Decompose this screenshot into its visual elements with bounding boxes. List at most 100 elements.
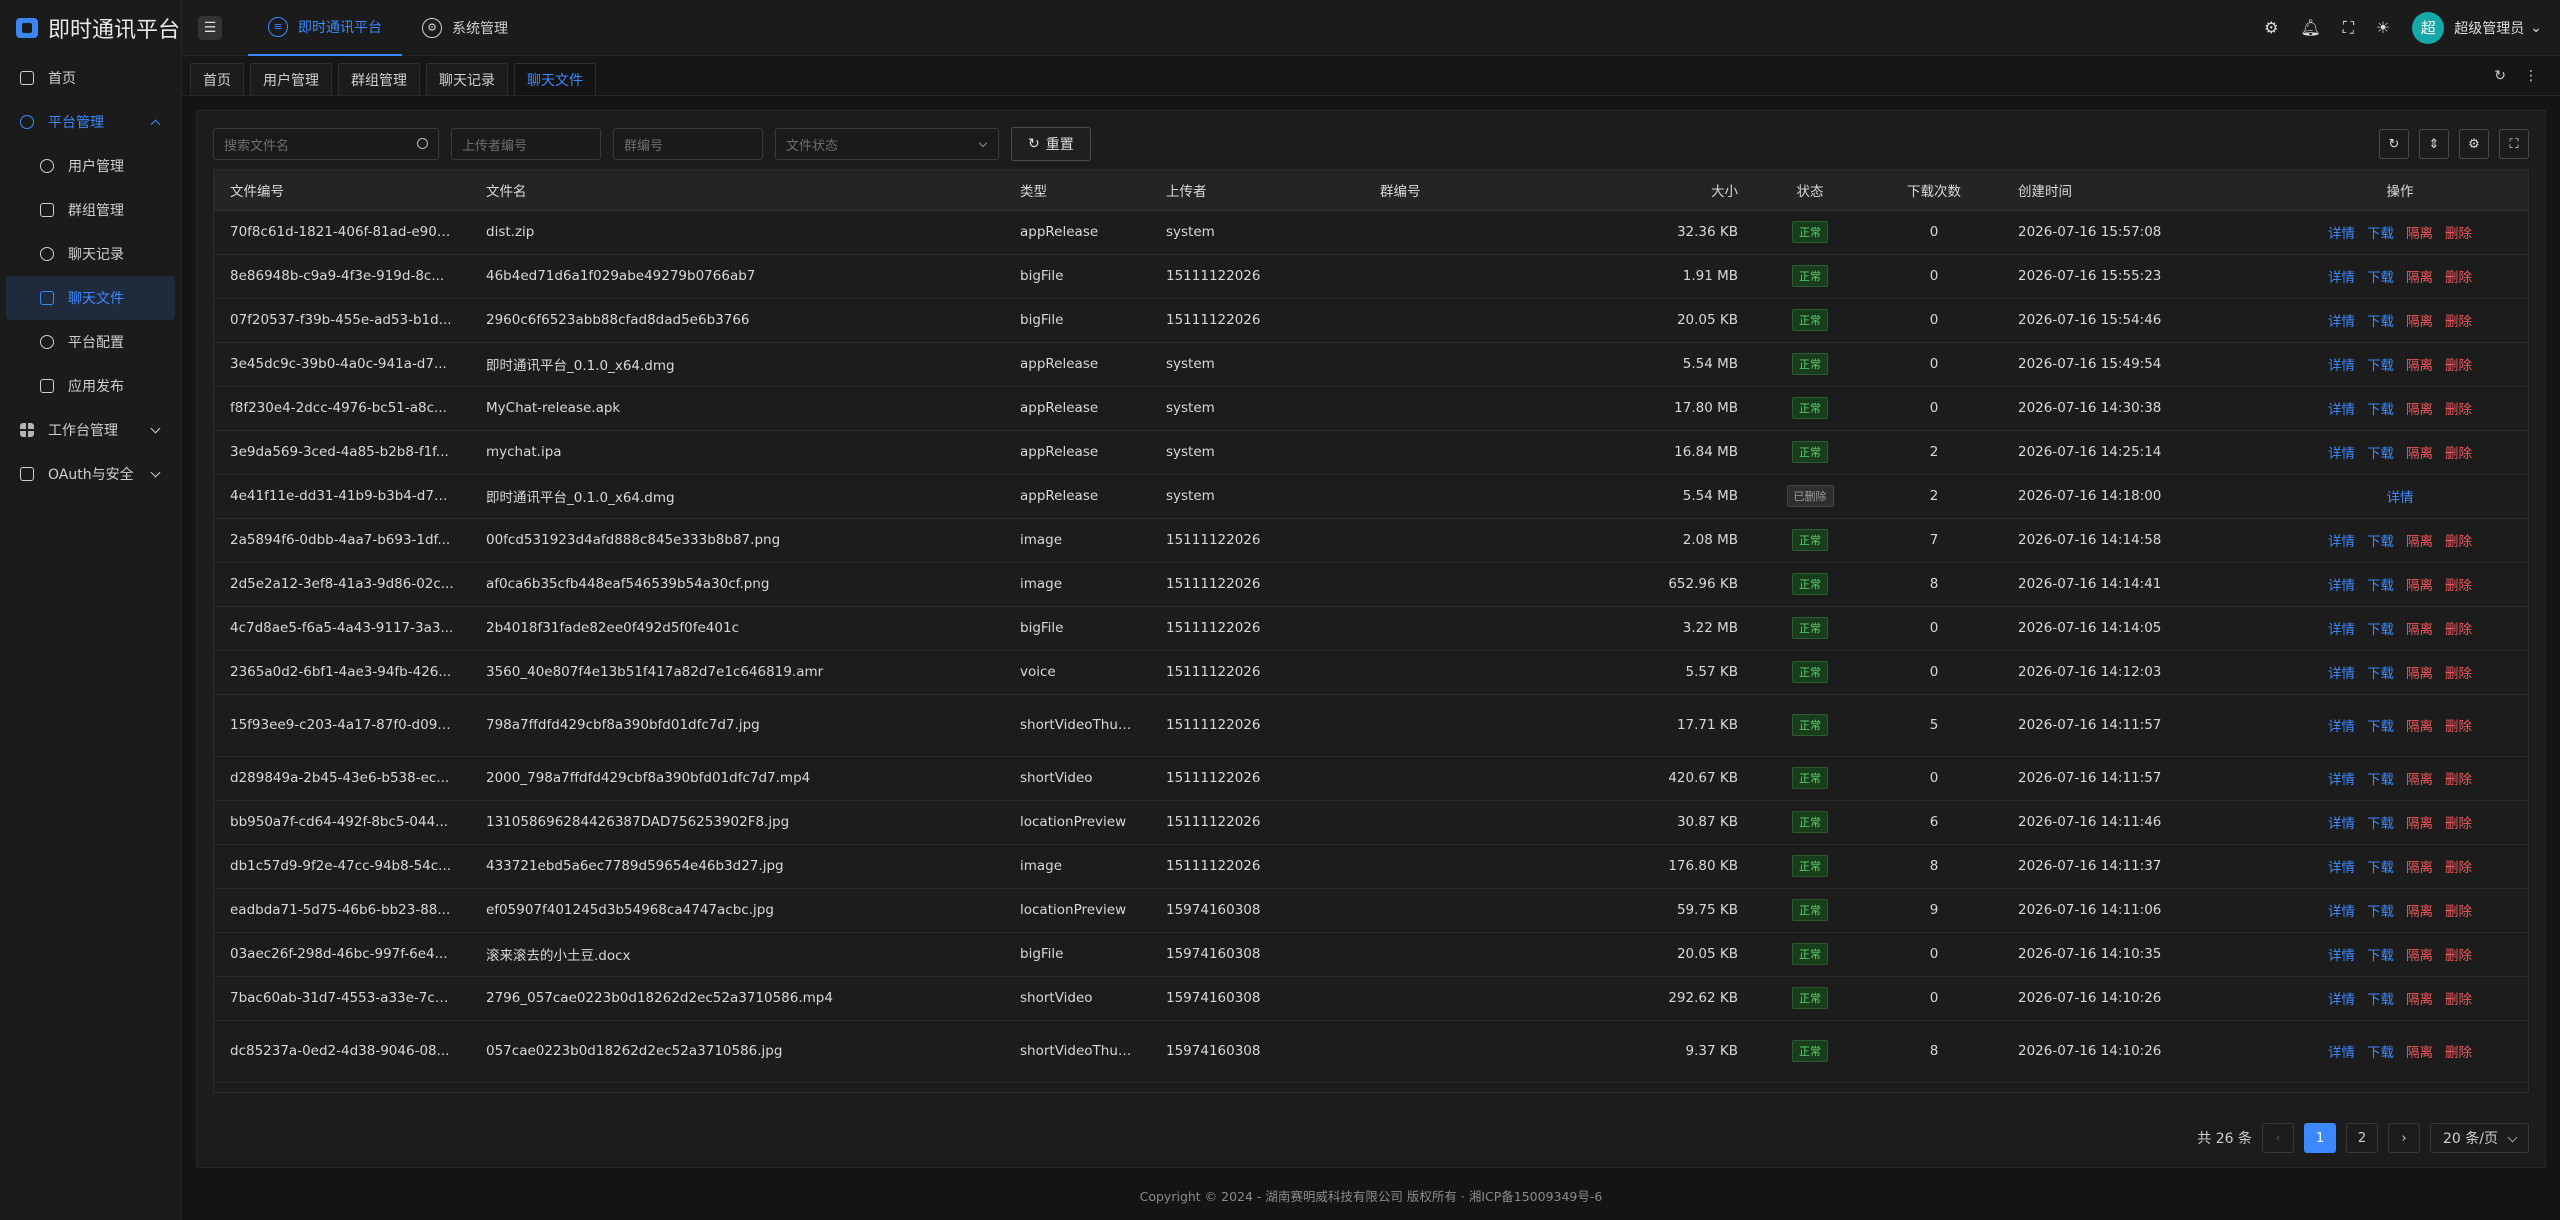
refresh-button[interactable]: ↻ — [2379, 129, 2409, 159]
isolate-action-link[interactable]: 隔离 — [2406, 270, 2433, 286]
group-input[interactable]: 群编号 — [613, 128, 763, 160]
sidebar-item-chat-files[interactable]: 聊天文件 — [6, 276, 175, 320]
isolate-action-link[interactable]: 隔离 — [2406, 622, 2433, 638]
user-menu[interactable]: 超级管理员 ⌄ — [2454, 18, 2542, 38]
table-row[interactable]: 7bac60ab-31d7-4553-a33e-7cd... 2796_057ca… — [214, 976, 2528, 1021]
table-row[interactable]: dc85237a-0ed2-4d38-9046-08... 057cae0223b… — [214, 1020, 2528, 1083]
page-tab-groups[interactable]: 群组管理 — [338, 63, 420, 95]
download-action-link[interactable]: 下载 — [2367, 534, 2394, 550]
detail-action-link[interactable]: 详情 — [2328, 314, 2355, 330]
density-button[interactable]: ⇕ — [2419, 129, 2449, 159]
isolate-action-link[interactable]: 隔离 — [2406, 446, 2433, 462]
delete-action-link[interactable]: 删除 — [2445, 622, 2472, 638]
detail-action-link[interactable]: 详情 — [2328, 358, 2355, 374]
delete-action-link[interactable]: 删除 — [2445, 816, 2472, 832]
isolate-action-link[interactable]: 隔离 — [2406, 772, 2433, 788]
delete-action-link[interactable]: 删除 — [2445, 904, 2472, 920]
download-action-link[interactable]: 下载 — [2367, 816, 2394, 832]
isolate-action-link[interactable]: 隔离 — [2406, 904, 2433, 920]
detail-action-link[interactable]: 详情 — [2328, 226, 2355, 242]
detail-action-link[interactable]: 详情 — [2328, 402, 2355, 418]
delete-action-link[interactable]: 删除 — [2445, 948, 2472, 964]
table-row[interactable]: 2365a0d2-6bf1-4ae3-94fb-426... 3560_40e80… — [214, 650, 2528, 695]
fullscreen-button[interactable]: ⛶ — [2499, 129, 2529, 159]
delete-action-link[interactable]: 删除 — [2445, 772, 2472, 788]
isolate-action-link[interactable]: 隔离 — [2406, 358, 2433, 374]
menu-collapse-button[interactable]: ☰ — [198, 15, 222, 40]
detail-action-link[interactable]: 详情 — [2387, 490, 2414, 506]
download-action-link[interactable]: 下载 — [2367, 578, 2394, 594]
sidebar-item-users[interactable]: 用户管理 — [0, 144, 181, 188]
isolate-action-link[interactable]: 隔离 — [2406, 719, 2433, 735]
delete-action-link[interactable]: 删除 — [2445, 992, 2472, 1008]
refresh-icon[interactable]: ↻ — [2494, 68, 2506, 84]
delete-action-link[interactable]: 删除 — [2445, 402, 2472, 418]
sidebar-item-chat-records[interactable]: 聊天记录 — [0, 232, 181, 276]
page-tab-chat-records[interactable]: 聊天记录 — [426, 63, 508, 95]
isolate-action-link[interactable]: 隔离 — [2406, 992, 2433, 1008]
delete-action-link[interactable]: 删除 — [2445, 314, 2472, 330]
download-action-link[interactable]: 下载 — [2367, 446, 2394, 462]
bell-icon[interactable]: 🔔︎ — [2300, 18, 2320, 37]
detail-action-link[interactable]: 详情 — [2328, 446, 2355, 462]
sidebar-item-platform[interactable]: 平台管理 — [0, 100, 181, 144]
detail-action-link[interactable]: 详情 — [2328, 666, 2355, 682]
delete-action-link[interactable]: 删除 — [2445, 719, 2472, 735]
delete-action-link[interactable]: 删除 — [2445, 666, 2472, 682]
more-icon[interactable]: ⋮ — [2524, 68, 2538, 84]
isolate-action-link[interactable]: 隔离 — [2406, 402, 2433, 418]
table-row[interactable]: 70f8c61d-1821-406f-81ad-e900... dist.zip a… — [214, 210, 2528, 255]
download-action-link[interactable]: 下载 — [2367, 402, 2394, 418]
detail-action-link[interactable]: 详情 — [2328, 270, 2355, 286]
sidebar-item-workbench[interactable]: 工作台管理 — [0, 408, 181, 452]
delete-action-link[interactable]: 删除 — [2445, 446, 2472, 462]
detail-action-link[interactable]: 详情 — [2328, 772, 2355, 788]
table-row[interactable]: f8f230e4-2dcc-4976-bc51-a8c... MyChat-rel… — [214, 386, 2528, 431]
search-input[interactable]: 搜索文件名 — [213, 128, 439, 160]
detail-action-link[interactable]: 详情 — [2328, 816, 2355, 832]
detail-action-link[interactable]: 详情 — [2328, 719, 2355, 735]
table-row[interactable]: 3e45dc9c-39b0-4a0c-941a-d7... 即时通讯平台_0.1.… — [214, 342, 2528, 387]
download-action-link[interactable]: 下载 — [2367, 992, 2394, 1008]
delete-action-link[interactable]: 删除 — [2445, 534, 2472, 550]
table-row[interactable]: 4e41f11e-dd31-41b9-b3b4-d7cc... 即时通讯平台_0.… — [214, 474, 2528, 519]
page-size-select[interactable]: 20 条/页 — [2430, 1123, 2529, 1153]
sidebar-item-groups[interactable]: 群组管理 — [0, 188, 181, 232]
table-row[interactable]: 8e86948b-c9a9-4f3e-919d-8c... 46b4ed71d6a… — [214, 254, 2528, 299]
fullscreen-icon[interactable]: ⛶ — [2343, 18, 2354, 38]
sidebar-item-app-publish[interactable]: 应用发布 — [0, 364, 181, 408]
page-tab-users[interactable]: 用户管理 — [250, 63, 332, 95]
column-settings-button[interactable]: ⚙ — [2459, 129, 2489, 159]
detail-action-link[interactable]: 详情 — [2328, 992, 2355, 1008]
page-1-button[interactable]: 1 — [2304, 1123, 2337, 1153]
page-tab-chat-files[interactable]: 聊天文件 — [514, 63, 596, 95]
next-page-button[interactable]: › — [2388, 1123, 2421, 1153]
download-action-link[interactable]: 下载 — [2367, 772, 2394, 788]
search-icon[interactable] — [417, 138, 428, 149]
detail-action-link[interactable]: 详情 — [2328, 578, 2355, 594]
isolate-action-link[interactable]: 隔离 — [2406, 948, 2433, 964]
download-action-link[interactable]: 下载 — [2367, 948, 2394, 964]
table-row[interactable]: 4c7d8ae5-f6a5-4a43-9117-3a3... 2b4018f31f… — [214, 606, 2528, 651]
download-action-link[interactable]: 下载 — [2367, 1045, 2394, 1061]
tab-im-platform[interactable]: ≡ 即时通讯平台 — [248, 0, 402, 56]
delete-action-link[interactable]: 删除 — [2445, 226, 2472, 242]
download-action-link[interactable]: 下载 — [2367, 314, 2394, 330]
download-action-link[interactable]: 下载 — [2367, 904, 2394, 920]
download-action-link[interactable]: 下载 — [2367, 358, 2394, 374]
sidebar-item-oauth[interactable]: OAuth与安全 — [0, 452, 181, 496]
avatar[interactable]: 超 — [2412, 11, 2445, 44]
isolate-action-link[interactable]: 隔离 — [2406, 666, 2433, 682]
table-row[interactable]: bb950a7f-cd64-492f-8bc5-044... 1310586962… — [214, 800, 2528, 845]
delete-action-link[interactable]: 删除 — [2445, 358, 2472, 374]
table-row[interactable]: 07f20537-f39b-455e-ad53-b1d... 2960c6f652… — [214, 298, 2528, 343]
table-row[interactable]: eadbda71-5d75-46b6-bb23-88... ef05907f401… — [214, 888, 2528, 933]
detail-action-link[interactable]: 详情 — [2328, 622, 2355, 638]
isolate-action-link[interactable]: 隔离 — [2406, 314, 2433, 330]
download-action-link[interactable]: 下载 — [2367, 666, 2394, 682]
delete-action-link[interactable]: 删除 — [2445, 1045, 2472, 1061]
reset-button[interactable]: ↻ 重置 — [1011, 127, 1091, 161]
table-row[interactable]: 15f93ee9-c203-4a17-87f0-d091... 798a7ffdf… — [214, 694, 2528, 757]
detail-action-link[interactable]: 详情 — [2328, 860, 2355, 876]
page-tab-home[interactable]: 首页 — [190, 63, 244, 95]
